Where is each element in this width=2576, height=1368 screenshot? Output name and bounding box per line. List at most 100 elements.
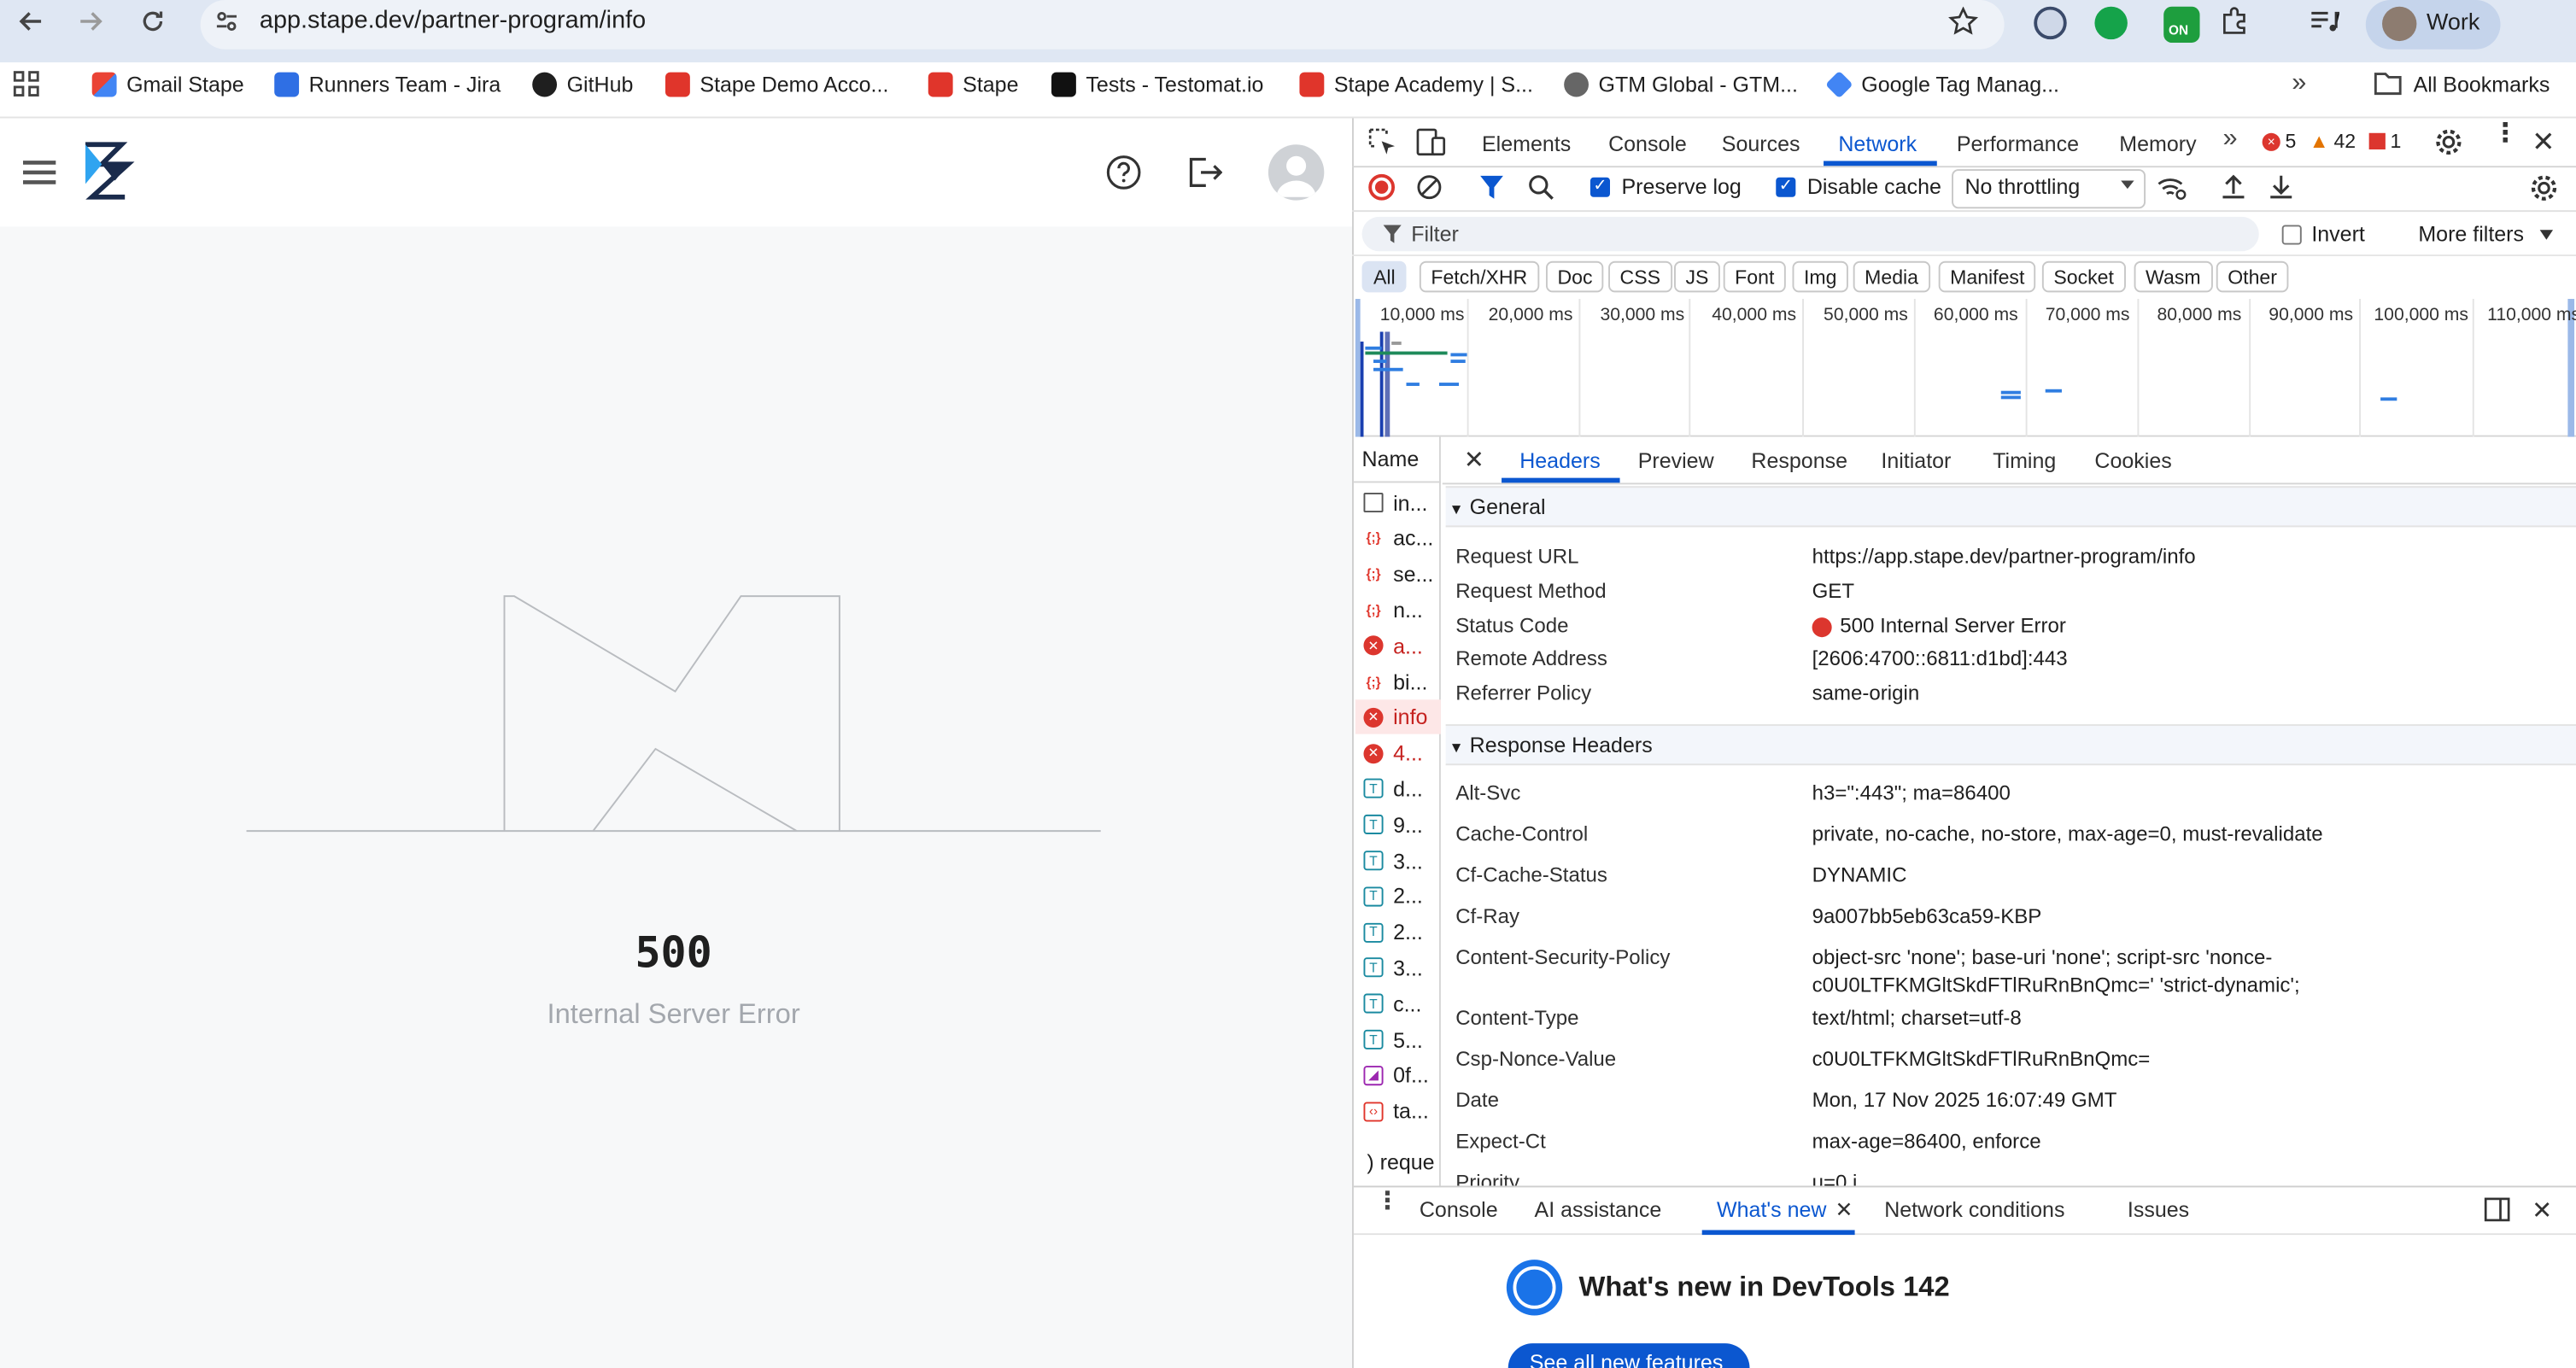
type-filter-socket[interactable]: Socket	[2041, 260, 2126, 293]
device-toolbar-icon[interactable]	[1416, 128, 1446, 156]
bookmark-stape-demo[interactable]: Stape Demo Acco...	[665, 69, 888, 99]
bookmark-stape[interactable]: Stape	[928, 69, 1019, 99]
request-row[interactable]: in...	[1363, 486, 1436, 518]
request-row[interactable]: {;} ac...	[1363, 522, 1436, 554]
close-whats-new-icon[interactable]: ✕	[1835, 1197, 1853, 1224]
media-controls-icon[interactable]	[2310, 9, 2340, 35]
menu-icon[interactable]	[22, 158, 56, 188]
bookmark-star-icon[interactable]	[1948, 6, 1978, 37]
back-button[interactable]	[7, 0, 56, 43]
more-options-icon[interactable]: ⋮	[2492, 120, 2519, 147]
network-settings-icon[interactable]	[2530, 174, 2558, 202]
request-row[interactable]: Td...	[1363, 773, 1436, 805]
type-filter-other[interactable]: Other	[2216, 260, 2289, 293]
bookmark-gmail[interactable]: Gmail Stape	[91, 69, 244, 99]
overview-left-handle[interactable]	[1355, 299, 1361, 437]
type-filter-css[interactable]: CSS	[1608, 260, 1672, 293]
detail-tab-timing[interactable]: Timing	[1993, 448, 2056, 473]
error-warning-counts[interactable]: × 5 ▲ 42 1	[2262, 130, 2401, 153]
bookmark-jira[interactable]: Runners Team - Jira	[274, 69, 501, 99]
request-row[interactable]: T 3...	[1363, 951, 1436, 984]
invert-checkbox[interactable]	[2281, 225, 2302, 245]
response-headers-title[interactable]: ▼ Response Headers	[1449, 733, 1652, 757]
record-icon[interactable]	[1368, 173, 1396, 201]
forward-button[interactable]	[66, 0, 115, 43]
apps-grid-icon[interactable]	[13, 71, 39, 97]
type-filter-fetch-xhr[interactable]: Fetch/XHR	[1419, 260, 1539, 293]
type-filter-media[interactable]: Media	[1853, 260, 1930, 293]
request-row[interactable]: ✕ 4...	[1363, 737, 1436, 769]
type-filter-wasm[interactable]: Wasm	[2134, 260, 2213, 293]
tab-memory[interactable]: Memory	[2119, 132, 2196, 156]
import-har-icon[interactable]	[2222, 174, 2246, 201]
tab-elements[interactable]: Elements	[1482, 132, 1571, 156]
type-filter-font[interactable]: Font	[1723, 260, 1786, 293]
logout-icon[interactable]	[1186, 155, 1223, 190]
extension-icon[interactable]	[2034, 6, 2067, 40]
request-row[interactable]: ✕ a...	[1363, 629, 1436, 662]
request-row[interactable]: T 3...	[1363, 845, 1436, 877]
type-filter-manifest[interactable]: Manifest	[1938, 260, 2036, 293]
name-column-header[interactable]: Name	[1362, 447, 1420, 471]
request-row[interactable]: ‹› ta...	[1363, 1095, 1436, 1127]
detail-tab-response[interactable]: Response	[1751, 448, 1847, 473]
drawer-menu-icon[interactable]: ⋮	[1375, 1189, 1400, 1213]
drawer-tab-issues[interactable]: Issues	[2128, 1197, 2189, 1222]
extensions-puzzle-icon[interactable]	[2220, 7, 2250, 37]
tab-performance[interactable]: Performance	[1957, 132, 2079, 156]
tab-sources[interactable]: Sources	[1722, 132, 1800, 156]
all-bookmarks[interactable]: All Bookmarks	[2374, 69, 2550, 99]
detail-tab-initiator[interactable]: Initiator	[1881, 448, 1951, 473]
tab-network[interactable]: Network	[1838, 132, 1917, 156]
type-filter-js[interactable]: JS	[1674, 260, 1720, 293]
user-avatar[interactable]	[1268, 144, 1325, 201]
url-text[interactable]: app.stape.dev/partner-program/info	[260, 7, 646, 35]
site-info-icon[interactable]	[214, 9, 240, 35]
drawer-tab-whats-new[interactable]: What's new	[1717, 1197, 1826, 1222]
request-row[interactable]: T 2...	[1363, 880, 1436, 912]
request-row[interactable]: ✕ info	[1363, 701, 1436, 734]
filter-input[interactable]	[1361, 216, 2259, 252]
preserve-log-checkbox[interactable]: ✓	[1590, 177, 1610, 197]
filter-icon[interactable]	[1480, 175, 1503, 199]
detail-tab-headers[interactable]: Headers	[1519, 448, 1601, 473]
search-icon[interactable]	[1528, 174, 1554, 201]
clear-icon[interactable]	[1416, 174, 1443, 201]
close-drawer-icon[interactable]: ✕	[2532, 1196, 2552, 1225]
more-filters-button[interactable]: More filters	[2418, 222, 2524, 247]
close-detail-icon[interactable]: ✕	[1464, 445, 1484, 475]
bookmarks-overflow-icon[interactable]: »	[2292, 69, 2306, 99]
drawer-tab-console[interactable]: Console	[1420, 1197, 1498, 1222]
settings-icon[interactable]	[2435, 128, 2463, 156]
reload-button[interactable]	[128, 0, 178, 43]
request-row[interactable]: T 2...	[1363, 915, 1436, 948]
help-icon[interactable]	[1105, 155, 1141, 190]
bookmark-gtm-global[interactable]: GTM Global - GTM...	[1564, 69, 1798, 99]
request-row[interactable]: T 9...	[1363, 809, 1436, 841]
stape-logo[interactable]	[82, 141, 138, 200]
detail-tab-preview[interactable]: Preview	[1638, 448, 1714, 473]
request-row[interactable]: T 5...	[1363, 1023, 1436, 1055]
inspect-element-icon[interactable]	[1368, 128, 1396, 156]
extension-on-icon[interactable]: ON	[2163, 6, 2200, 44]
request-row[interactable]: Tc...	[1363, 987, 1436, 1020]
detail-tab-cookies[interactable]: Cookies	[2094, 448, 2171, 473]
close-devtools-icon[interactable]: ✕	[2532, 126, 2555, 159]
request-row[interactable]: {;} bi...	[1363, 665, 1436, 698]
more-tabs-icon[interactable]: »	[2222, 125, 2237, 155]
request-row[interactable]: ◢ 0f...	[1363, 1059, 1436, 1091]
request-row[interactable]: {;} se...	[1363, 558, 1436, 590]
drawer-tab-ai-assistance[interactable]: AI assistance	[1535, 1197, 1662, 1222]
general-section-title[interactable]: ▼ General	[1449, 494, 1545, 519]
bookmark-stape-academy[interactable]: Stape Academy | S...	[1299, 69, 1533, 99]
grammarly-icon[interactable]	[2094, 6, 2128, 40]
type-filter-img[interactable]: Img	[1792, 260, 1848, 293]
type-filter-all[interactable]: All	[1361, 260, 1408, 293]
type-filter-doc[interactable]: Doc	[1545, 260, 1604, 293]
tab-console[interactable]: Console	[1608, 132, 1687, 156]
dock-side-icon[interactable]	[2484, 1197, 2510, 1222]
see-all-features-button[interactable]: See all new features	[1508, 1343, 1750, 1368]
export-har-icon[interactable]	[2269, 174, 2293, 201]
network-conditions-icon[interactable]	[2157, 174, 2187, 201]
drawer-tab-network-conditions[interactable]: Network conditions	[1884, 1197, 2064, 1222]
